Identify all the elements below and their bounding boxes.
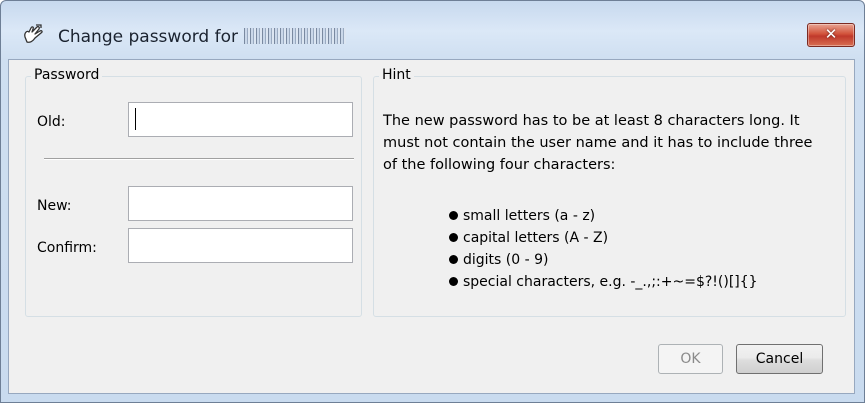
list-item: small letters (a - z)	[449, 205, 758, 227]
hand-key-icon	[24, 24, 43, 43]
hint-group: Hint The new password has to be at least…	[373, 67, 846, 317]
cancel-button[interactable]: Cancel	[736, 344, 823, 374]
list-item: capital letters (A - Z)	[449, 227, 758, 249]
text-caret	[135, 108, 136, 130]
change-password-dialog: Change password for ✕ Password Old: New:…	[0, 0, 865, 403]
close-icon: ✕	[824, 25, 838, 43]
list-item: special characters, e.g. -_.,;:+~=$?!()[…	[449, 271, 758, 293]
old-password-input[interactable]	[128, 102, 353, 137]
redacted-username	[243, 28, 346, 44]
hint-text: The new password has to be at least 8 ch…	[383, 113, 813, 173]
confirm-password-label: Confirm:	[37, 240, 97, 256]
old-password-label: Old:	[37, 114, 66, 130]
password-separator	[44, 158, 354, 160]
window-title: Change password for	[58, 27, 346, 47]
list-item: digits (0 - 9)	[449, 249, 758, 271]
new-password-input[interactable]	[128, 186, 353, 221]
requirements-list: small letters (a - z) capital letters (A…	[449, 205, 758, 293]
close-button[interactable]: ✕	[807, 23, 855, 47]
new-password-label: New:	[37, 198, 72, 214]
password-group-legend: Password	[31, 67, 103, 83]
confirm-password-input[interactable]	[128, 228, 353, 263]
window-title-label: Change password for	[58, 27, 238, 47]
title-bar[interactable]: Change password for ✕	[1, 1, 864, 51]
ok-button[interactable]: OK	[658, 344, 723, 374]
dialog-body: Password Old: New: Confirm: Hint The new…	[8, 59, 855, 394]
hint-group-legend: Hint	[379, 67, 414, 83]
password-group: Password Old: New: Confirm:	[25, 67, 362, 317]
